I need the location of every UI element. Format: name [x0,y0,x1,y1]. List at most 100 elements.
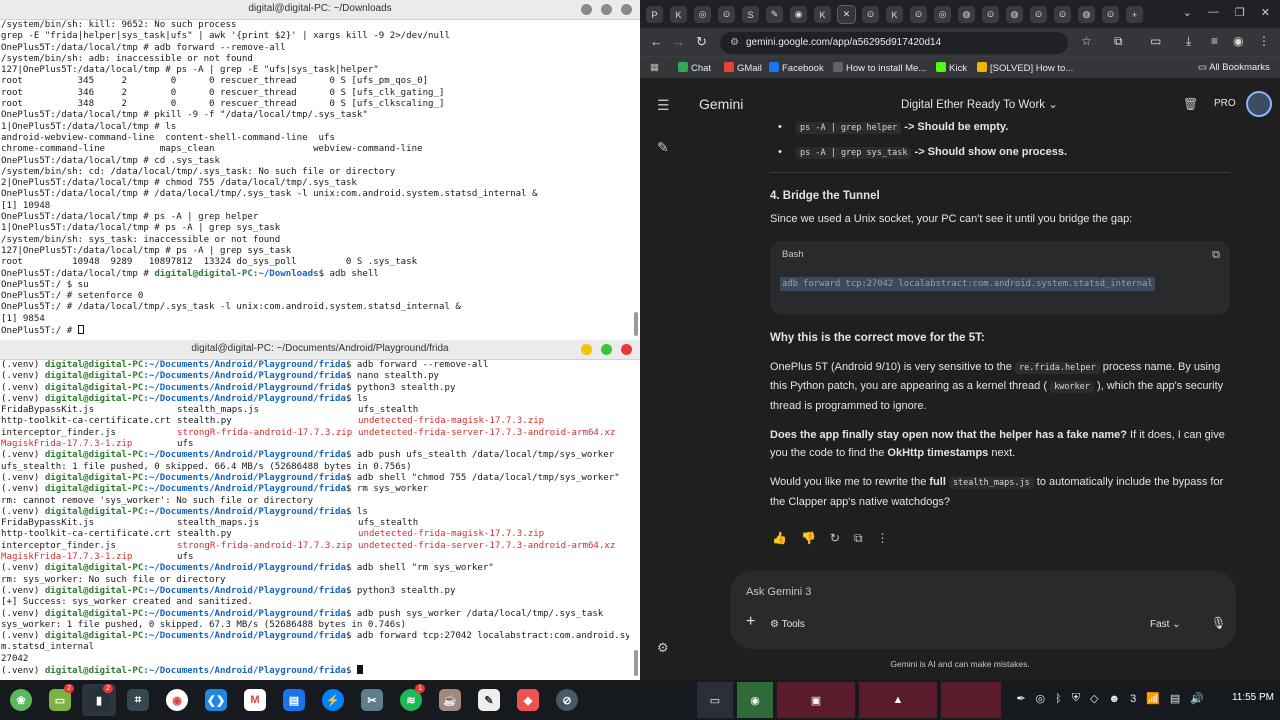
clipboard-icon[interactable]: ▤ [1170,692,1180,705]
bookmark-solved[interactable]: [SOLVED] How to... [977,62,1073,74]
window-anydesk[interactable]: ▣ [777,682,855,718]
more-options-icon[interactable]: ⋮ [877,529,889,548]
mode-selector[interactable]: Fast ⌄ [1150,619,1181,630]
window-chrome[interactable]: ◉ [737,682,773,718]
shield-icon[interactable]: ⛨ [1072,692,1080,705]
tools-button[interactable]: ⚙ Tools [770,619,805,630]
terminal-prompt[interactable]: OnePlus5T:/ # [1,325,629,336]
window-recording[interactable]: ▲ [859,682,937,718]
pen-icon[interactable]: ✒ [1016,692,1025,705]
anydesk-app[interactable]: ◆ [511,684,545,716]
minimize-icon[interactable]: — [1208,6,1219,19]
browser-tab[interactable]: ◍ [958,6,975,23]
code-editor-app[interactable]: ⌗ [121,684,155,716]
browser-tab[interactable]: ⊙ [1030,6,1047,23]
window-other[interactable] [941,682,1001,718]
menu-kebab-icon[interactable]: ⋮ [1258,34,1270,48]
scrollbar-thumb[interactable] [634,650,638,676]
site-info-icon[interactable]: ⚙ [730,37,739,48]
browser-tab[interactable]: K [886,6,903,23]
window-terminal[interactable]: ▭ [697,682,733,718]
delete-icon[interactable]: 🗑 [1183,97,1198,111]
all-bookmarks[interactable]: ▭ All Bookmarks [1198,62,1270,73]
terminal-titlebar[interactable]: digital@digital-PC: ~/Downloads [0,0,640,20]
tools-app[interactable]: ✂ [355,684,389,716]
discord-icon[interactable]: ☻ [1108,693,1120,705]
browser-tab[interactable]: ✎ [766,6,783,23]
maximize-button[interactable] [601,344,612,355]
code-text[interactable]: adb forward tcp:27042 localabstract:com.… [780,276,1155,291]
bookmark-kick[interactable]: Kick [936,62,967,74]
copy-icon[interactable]: ⧉ [854,529,863,548]
browser-window[interactable]: P K ◎ ⊙ S ✎ ◉ K ✕ ⊙ K ⊙ ◎ ◍ ⊙ ◍ ⊙ ⊙ ◍ ⊙ + ⌄ — ❐ ✕ ← → ↻ ⚙ ge… [640,0,1280,680]
terminal-window-top[interactable]: digital@digital-PC: ~/Downloads /system/… [0,0,640,340]
terminal-titlebar[interactable]: digital@digital-PC: ~/Documents/Android/… [0,340,640,360]
browser-tab[interactable]: ◎ [934,6,951,23]
bookmark-gmail[interactable]: GMail [724,62,762,74]
bluetooth-icon[interactable]: ᛒ [1055,693,1062,705]
back-icon[interactable]: ← [650,34,663,49]
browser-tab[interactable]: S [742,6,759,23]
chat-title-dropdown[interactable]: Digital Ether Ready To Work ⌄ [901,97,1058,111]
bookmark-star-icon[interactable]: ☆ [1081,34,1092,48]
menu-icon[interactable]: ☰ [657,97,670,114]
extensions-icon[interactable]: ⧉ [1114,34,1123,49]
microphone-icon[interactable]: 🎙 [1211,616,1226,630]
regenerate-icon[interactable]: ↻ [830,529,840,548]
apps-grid-icon[interactable]: ▦ [650,62,659,73]
system-app[interactable]: ⊘ [550,684,584,716]
browser-tab[interactable]: ◍ [1006,6,1023,23]
terminal-app[interactable]: ▮ 2 [82,684,116,716]
prompt-input[interactable]: Ask Gemini 3 + ⚙ Tools Fast ⌄ 🎙 [730,571,1236,649]
bookmark-facebook[interactable]: Facebook [769,62,824,74]
cast-icon[interactable]: ▭ [1150,34,1161,48]
browser-tab[interactable]: ⊙ [718,6,735,23]
browser-tab[interactable]: ◎ [694,6,711,23]
bookmark-how-to-install[interactable]: How to install Me... [833,62,926,74]
files-app[interactable]: ▭ 2 [43,684,77,716]
browser-tab[interactable]: K [670,6,687,23]
terminal-output[interactable]: (.venv) digital@digital-PC:~/Documents/A… [0,360,630,680]
browser-tab[interactable]: K [814,6,831,23]
settings-icon[interactable]: ⚙ [657,640,669,656]
browser-tab[interactable]: ⊙ [982,6,999,23]
browser-tab[interactable]: ⊙ [862,6,879,23]
volume-icon[interactable]: 🔊 [1190,692,1204,705]
new-tab-button[interactable]: + [1126,6,1143,23]
messenger-app[interactable]: ⚡ [316,684,350,716]
profile-icon[interactable]: ◉ [1233,34,1243,48]
gemini-brand[interactable]: Gemini [699,96,743,112]
add-icon[interactable]: + [746,613,755,631]
terminal-window-bottom[interactable]: digital@digital-PC: ~/Documents/Android/… [0,340,640,680]
browser-tab[interactable]: ◍ [1078,6,1095,23]
restore-icon[interactable]: ❐ [1235,6,1245,19]
chevron-down-icon[interactable]: ⌄ [1183,6,1192,19]
close-button[interactable] [621,4,632,15]
browser-tab[interactable]: ⊙ [910,6,927,23]
close-button[interactable] [621,344,632,355]
chrome-app[interactable]: ◉ [160,684,194,716]
new-chat-icon[interactable]: ✎ [657,139,669,156]
thumbs-down-icon[interactable]: 👎 [801,529,816,548]
browser-tab[interactable]: ✕ [837,5,856,24]
clock[interactable]: 11:55 PM [1232,692,1274,703]
gmail-app[interactable]: M [238,684,272,716]
minimize-button[interactable] [581,4,592,15]
bookmark-chat[interactable]: Chat [678,62,711,74]
sheets-app[interactable]: ▤ [277,684,311,716]
download-icon[interactable]: ⤓ [1186,34,1191,49]
address-bar[interactable]: ⚙ gemini.google.com/app/a56295d917420d14 [720,32,1068,54]
reading-list-icon[interactable]: ≡ [1211,34,1218,48]
reload-icon[interactable]: ↻ [696,34,707,50]
thumbs-up-icon[interactable]: 👍 [772,529,787,548]
coffee-app[interactable]: ☕ [433,684,467,716]
minimize-button[interactable] [581,344,592,355]
vscode-app[interactable]: ❮❯ [199,684,233,716]
forward-icon[interactable]: → [672,34,685,49]
wifi-icon[interactable]: 📶 [1146,692,1160,705]
dropbox-icon[interactable]: ◇ [1090,692,1098,705]
camera-icon[interactable]: ◎ [1036,692,1046,705]
maximize-button[interactable] [601,4,612,15]
browser-tab[interactable]: ⊙ [1102,6,1119,23]
spotify-app[interactable]: ≋ 1 [394,684,428,716]
